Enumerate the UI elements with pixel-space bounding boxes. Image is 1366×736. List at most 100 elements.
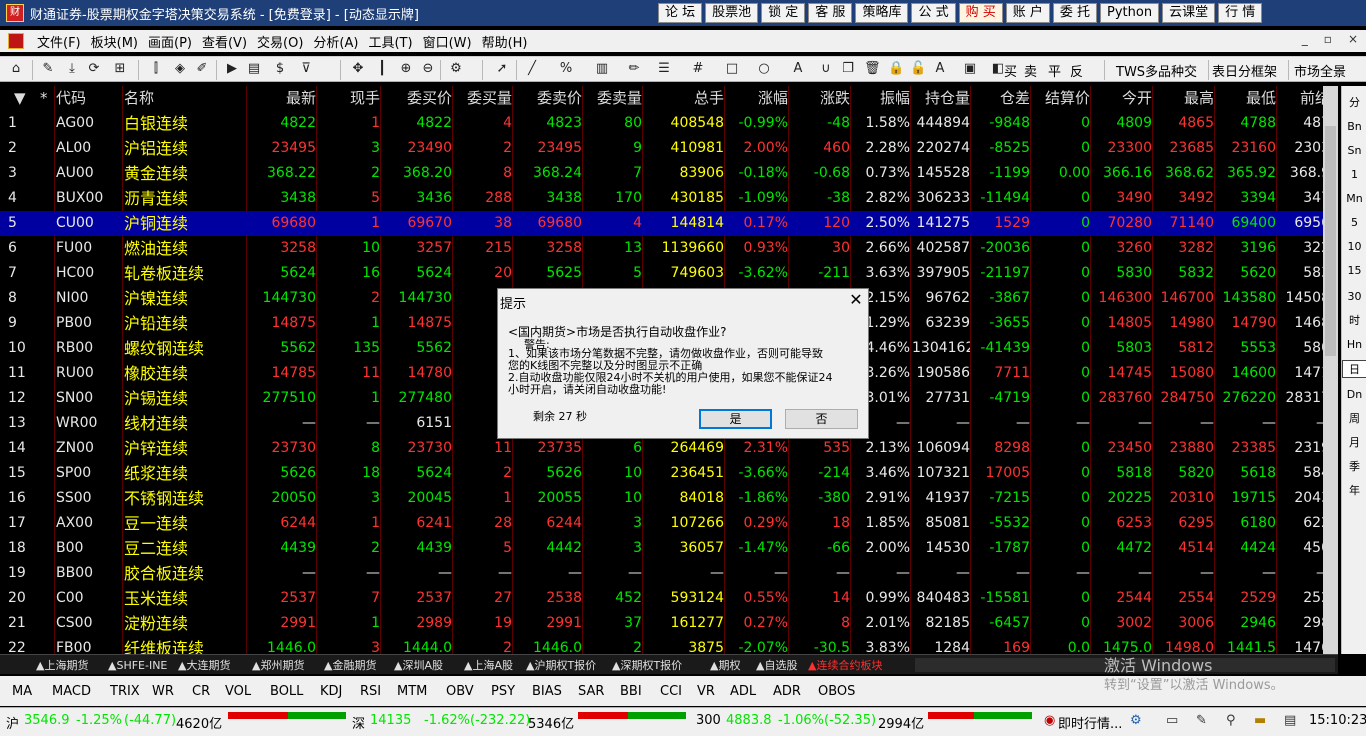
- rectangle-icon[interactable]: □: [724, 61, 740, 77]
- table-row[interactable]: 21 CS00 淀粉连续 2991 1 2989 19 2991 37 161277 0.27% 8 2…: [0, 611, 1338, 636]
- top-button-3[interactable]: 客 服: [808, 3, 853, 23]
- period-7[interactable]: 15: [1342, 262, 1366, 280]
- column-header-11[interactable]: 涨跌: [790, 86, 850, 111]
- column-header-0[interactable]: *: [40, 86, 54, 111]
- indicator-boll[interactable]: BOLL: [270, 684, 303, 699]
- menu-item-6[interactable]: 工具(T): [363, 32, 417, 51]
- top-button-6[interactable]: 购 买: [958, 3, 1003, 23]
- period-0[interactable]: 分: [1342, 94, 1366, 112]
- menu-item-4[interactable]: 交易(O): [252, 32, 308, 51]
- table-row[interactable]: 7 HC00 轧卷板连续 5624 16 5624 20 5625 5 749603 -3.62% -…: [0, 261, 1338, 286]
- indicator-ma[interactable]: MA: [12, 684, 32, 699]
- yes-button[interactable]: 是: [699, 409, 772, 429]
- sheet-tab-9[interactable]: ▲期权: [710, 657, 740, 674]
- column-header-10[interactable]: 涨幅: [726, 86, 788, 111]
- top-button-5[interactable]: 公 式: [911, 3, 956, 23]
- percent-icon[interactable]: %: [558, 61, 574, 77]
- column-header-6[interactable]: 委买量: [454, 86, 512, 111]
- fibonacci-icon[interactable]: ☰: [656, 61, 672, 77]
- menu-item-3[interactable]: 查看(V): [197, 32, 252, 51]
- table-row[interactable]: 2 AL00 沪铝连续 23495 3 23490 2 23495 9 410981 2.00% 46…: [0, 136, 1338, 161]
- unlock-icon[interactable]: 🔓: [910, 61, 926, 77]
- edit-icon[interactable]: ✐: [194, 61, 210, 77]
- table-row[interactable]: 15 SP00 纸浆连续 5626 18 5624 2 5626 10 236451 -3.66% -…: [0, 461, 1338, 486]
- menu-item-5[interactable]: 分析(A): [308, 32, 363, 51]
- top-button-2[interactable]: 锁 定: [761, 3, 806, 23]
- column-header-1[interactable]: 代码: [56, 86, 124, 111]
- column-header-7[interactable]: 委卖价: [514, 86, 582, 111]
- sheet-tab-3[interactable]: ▲郑州期货: [252, 657, 304, 674]
- column-header-17[interactable]: 最高: [1154, 86, 1214, 111]
- document-icon[interactable]: ▤: [246, 61, 262, 77]
- period-1[interactable]: Bn: [1342, 118, 1366, 136]
- column-header-2[interactable]: 名称: [124, 86, 246, 111]
- document-menu-icon[interactable]: [8, 33, 24, 49]
- trade-button-0[interactable]: 买: [1004, 61, 1017, 80]
- no-button[interactable]: 否: [785, 409, 858, 429]
- sheet-tab-0[interactable]: ▲上海期货: [36, 657, 88, 674]
- close-icon[interactable]: ×: [1348, 32, 1358, 46]
- indicator-adr[interactable]: ADR: [773, 684, 801, 699]
- money-icon[interactable]: ▬: [1254, 713, 1266, 728]
- period-10[interactable]: Hn: [1342, 336, 1366, 354]
- line-icon[interactable]: ╱: [524, 61, 540, 77]
- table-row[interactable]: 6 FU00 燃油连续 3258 10 3257 215 3258 13 1139660 0.93%…: [0, 236, 1338, 261]
- ruler-icon[interactable]: ▥: [594, 61, 610, 77]
- sheet-tab-5[interactable]: ▲深圳A股: [394, 657, 443, 674]
- table-row[interactable]: 5 CU00 沪铜连续 69680 1 69670 38 69680 4 144814 0.17% 1…: [0, 211, 1338, 236]
- sheet-tab-2[interactable]: ▲大连期货: [178, 657, 230, 674]
- indicator-adl[interactable]: ADL: [730, 684, 756, 699]
- table-row[interactable]: 16 SS00 不锈钢连续 20050 3 20045 1 20055 10 84018 -1.86…: [0, 486, 1338, 511]
- pen-icon[interactable]: ✎: [40, 61, 56, 77]
- top-button-10[interactable]: 云课堂: [1162, 3, 1216, 23]
- indicator-vol[interactable]: VOL: [225, 684, 251, 699]
- menu-item-8[interactable]: 帮助(H): [477, 32, 533, 51]
- table-row[interactable]: 17 AX00 豆一连续 6244 1 6241 28 6244 3 107266 0.29% 18 1…: [0, 511, 1338, 536]
- copy-icon[interactable]: ❐: [840, 61, 856, 77]
- ellipse-icon[interactable]: ○: [756, 61, 772, 77]
- top-button-9[interactable]: Python: [1100, 3, 1160, 23]
- top-button-7[interactable]: 账 户: [1005, 3, 1050, 23]
- column-header-15[interactable]: 结算价: [1032, 86, 1090, 111]
- sheet-tab-11[interactable]: ▲连续合约板块: [808, 657, 882, 674]
- period-2[interactable]: Sn: [1342, 142, 1366, 160]
- tools-icon[interactable]: ✎: [1196, 713, 1207, 728]
- table-row[interactable]: 19BB00胶合板连续—————————————————: [0, 561, 1338, 586]
- toolbar-link-0[interactable]: TWS多品种交: [1116, 61, 1197, 80]
- sheet-tab-6[interactable]: ▲上海A股: [464, 657, 513, 674]
- indicator-bias[interactable]: BIAS: [532, 684, 562, 699]
- menu-item-1[interactable]: 板块(M): [86, 32, 143, 51]
- column-header-18[interactable]: 最低: [1216, 86, 1276, 111]
- monitor-icon[interactable]: ▭: [1166, 713, 1178, 728]
- table-row[interactable]: 18 B00 豆二连续 4439 2 4439 5 4442 3 36057 -1.47% -66 2.…: [0, 536, 1338, 561]
- table-row[interactable]: 4 BUX00 沥青连续 3438 5 3436 288 3438 170 430185 -1.09…: [0, 186, 1338, 211]
- refresh-icon[interactable]: ⟳: [86, 61, 102, 77]
- toolbar-link-1[interactable]: 表日分框架: [1212, 61, 1277, 80]
- sort-arrow-icon[interactable]: ▼: [14, 86, 26, 111]
- column-header-8[interactable]: 委卖量: [584, 86, 642, 111]
- column-header-3[interactable]: 最新: [248, 86, 316, 111]
- search-icon[interactable]: ⚲: [1226, 713, 1236, 728]
- top-button-0[interactable]: 论 坛: [658, 3, 703, 23]
- column-header-9[interactable]: 总手: [644, 86, 724, 111]
- vertical-scrollbar[interactable]: [1323, 86, 1338, 654]
- indicator-vr[interactable]: VR: [697, 684, 715, 699]
- top-button-8[interactable]: 委 托: [1052, 3, 1098, 23]
- save-icon[interactable]: ▣: [962, 61, 978, 77]
- indicator-cr[interactable]: CR: [192, 684, 210, 699]
- sheet-tab-10[interactable]: ▲自选股: [756, 657, 797, 674]
- cursor-icon[interactable]: ➚: [494, 61, 510, 77]
- sheet-tab-4[interactable]: ▲金融期货: [324, 657, 376, 674]
- restore-icon[interactable]: ▫: [1324, 32, 1332, 46]
- period-14[interactable]: 月: [1342, 434, 1366, 452]
- move-icon[interactable]: ✥: [350, 61, 366, 77]
- magnet-icon[interactable]: ∪: [818, 61, 834, 77]
- menu-item-2[interactable]: 画面(P): [143, 32, 197, 51]
- indicator-bbi[interactable]: BBI: [620, 684, 642, 699]
- home-icon[interactable]: ⌂: [8, 61, 24, 77]
- pencil-icon[interactable]: ✏: [626, 61, 642, 77]
- menu-item-0[interactable]: 文件(F): [32, 32, 86, 51]
- column-header-5[interactable]: 委买价: [382, 86, 452, 111]
- vertical-bar-icon[interactable]: ┃: [374, 61, 390, 77]
- period-5[interactable]: 5: [1342, 214, 1366, 232]
